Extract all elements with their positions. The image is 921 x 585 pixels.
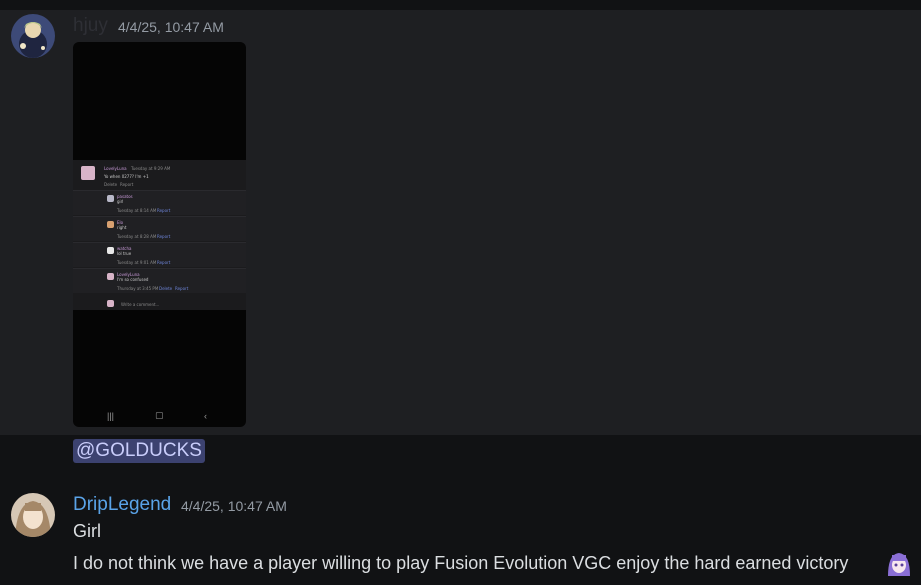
author-name[interactable]: hjuy	[73, 15, 108, 37]
reply-time: Tuesday at 9:01 AM	[117, 260, 157, 265]
author-name[interactable]: DripLegend	[73, 494, 171, 516]
user-mention[interactable]: @GOLDUCKS	[73, 439, 205, 463]
thread-text: Yo when 0277? I'm +1	[104, 174, 149, 179]
reply-time: Tuesday at 8:14 AM	[117, 208, 157, 213]
thread-reply: pasatos girl Tuesday at 8:14 AM Report	[73, 190, 246, 215]
thread-reply: LovelyLuna I'm so confused Thursday at 3…	[73, 268, 246, 293]
thread-author: LovelyLuna	[104, 166, 127, 171]
reply-time: Thursday at 3:45 PM	[117, 286, 159, 291]
anime-girl-emoji-icon	[886, 550, 912, 576]
message-timestamp: 4/4/25, 10:47 AM	[181, 498, 287, 514]
top-divider	[0, 0, 921, 10]
image-attachment[interactable]: LovelyLuna Tuesday at 9:29 AM Yo when 02…	[73, 42, 246, 427]
avatar-icon	[107, 221, 114, 228]
reply-text: girl	[117, 199, 124, 204]
back-icon: ‹	[204, 411, 207, 421]
avatar-icon	[107, 300, 114, 307]
reply-text: lol true	[117, 251, 132, 256]
thread-reply: watcha lol true Tuesday at 9:01 AM Repor…	[73, 242, 246, 267]
reply-text: I'm so confused	[117, 277, 149, 282]
report-link: Report	[157, 234, 171, 239]
report-link: Report	[157, 260, 171, 265]
report-link: Report	[175, 286, 189, 291]
thread-time: Tuesday at 9:29 AM	[131, 166, 171, 171]
avatar-icon	[107, 247, 114, 254]
reply-time: Tuesday at 8:28 AM	[117, 234, 157, 239]
delete-link: Delete	[159, 286, 173, 291]
thread-reply: Elo right Tuesday at 8:28 AM Report	[73, 216, 246, 241]
message-text: Girl	[73, 521, 101, 541]
report-link: Report	[120, 182, 134, 187]
report-link: Report	[157, 208, 171, 213]
comment-input: Write a comment...	[121, 302, 160, 307]
home-icon: ▢	[155, 410, 164, 420]
avatar-icon	[107, 273, 114, 280]
avatar-icon	[81, 166, 95, 180]
delete-link: Delete	[104, 182, 118, 187]
reply-text: right	[117, 225, 127, 230]
avatar-hjuy[interactable]	[11, 14, 55, 58]
recent-apps-icon: |||	[107, 411, 115, 421]
message-timestamp: 4/4/25, 10:47 AM	[118, 19, 224, 35]
message-text: I do not think we have a player willing …	[73, 553, 849, 573]
avatar-driplegend[interactable]	[11, 493, 55, 537]
screenshot-thread: LovelyLuna Tuesday at 9:29 AM Yo when 02…	[73, 160, 246, 310]
avatar-icon	[107, 195, 114, 202]
